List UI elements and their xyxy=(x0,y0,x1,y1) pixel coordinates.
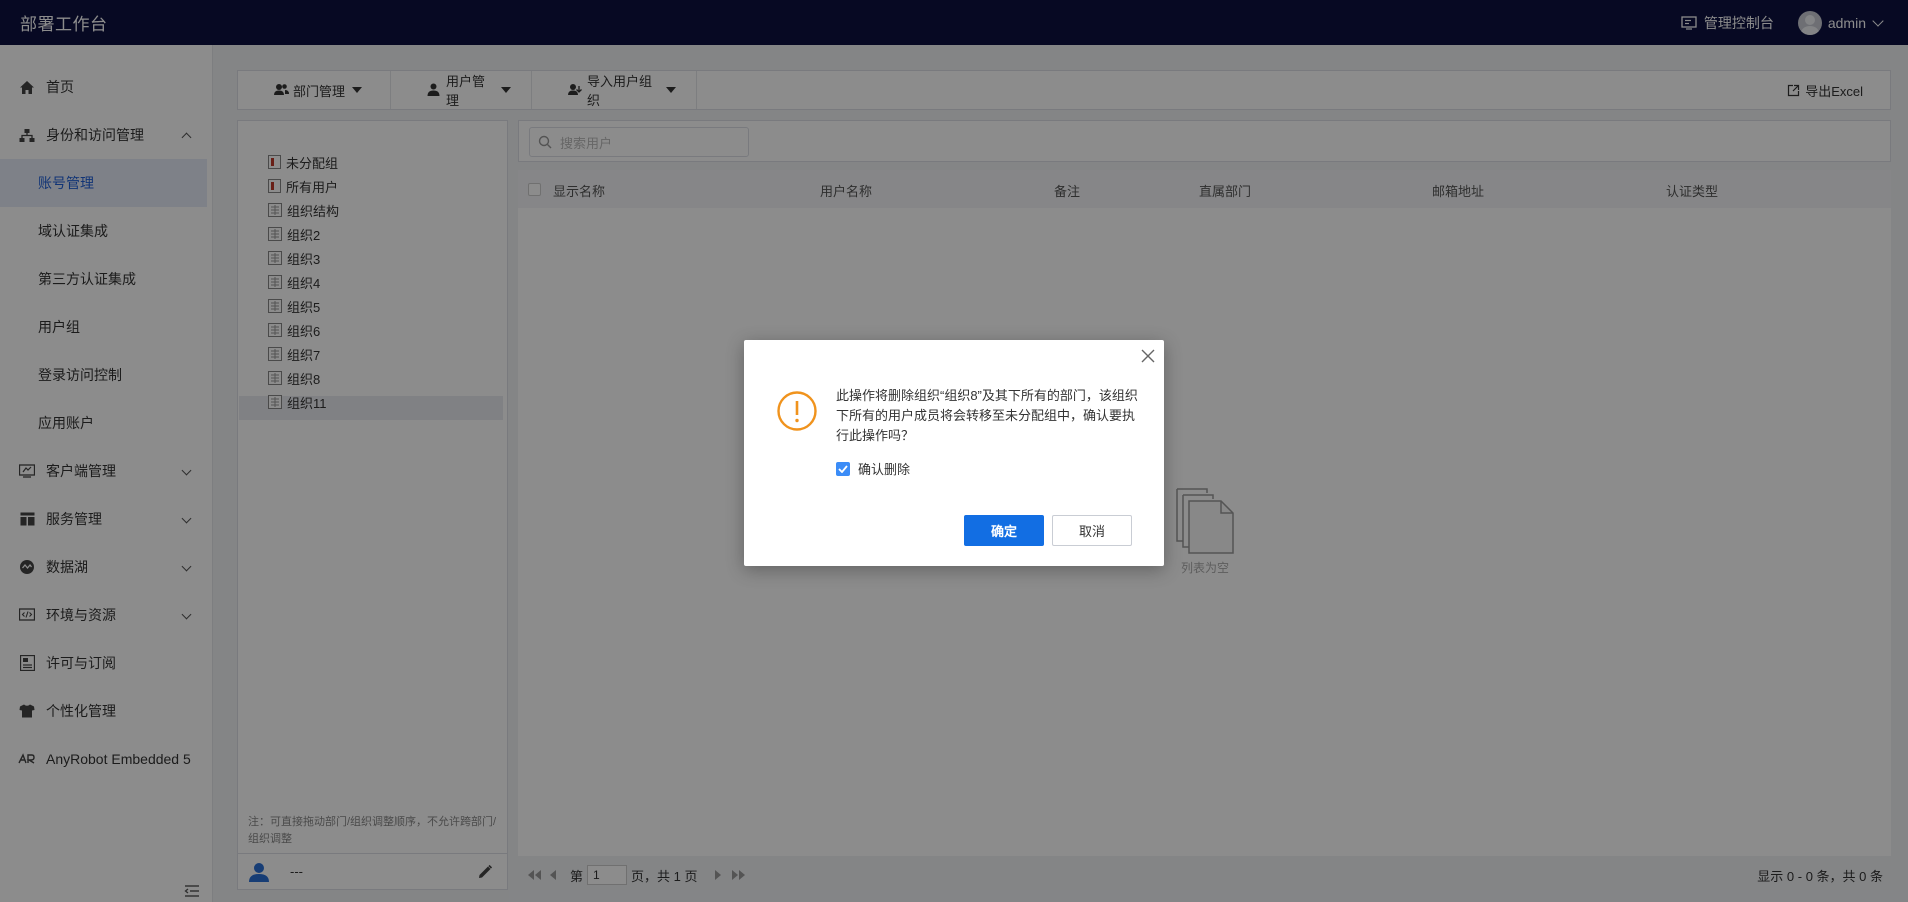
confirm-button[interactable]: 确定 xyxy=(964,515,1044,546)
dialog-message: 此操作将删除组织“组织8”及其下所有的部门，该组织下所有的用户成员将会转移至未分… xyxy=(836,388,1138,443)
confirm-delete-checkbox[interactable]: 确认删除 xyxy=(836,459,910,478)
close-icon[interactable] xyxy=(1141,349,1155,363)
checkbox-checked-icon[interactable] xyxy=(836,461,850,476)
delete-org-dialog: 此操作将删除组织“组织8”及其下所有的部门，该组织下所有的用户成员将会转移至未分… xyxy=(744,340,1164,566)
cancel-button[interactable]: 取消 xyxy=(1052,515,1132,546)
warning-icon xyxy=(777,391,817,431)
checkbox-label: 确认删除 xyxy=(858,462,911,477)
